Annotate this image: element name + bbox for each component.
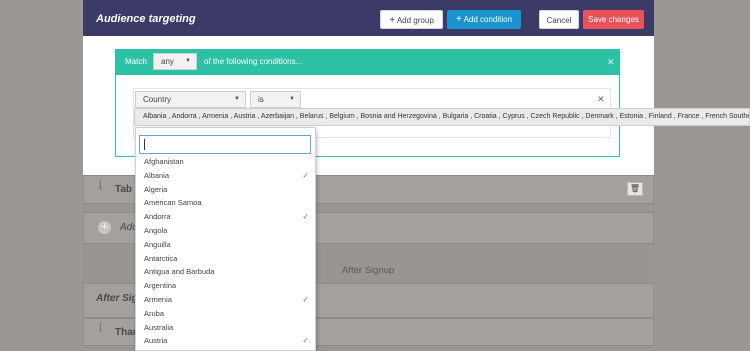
selected-countries-field[interactable]: Albania , Andorra , Armenia , Austria , … xyxy=(134,108,750,126)
dropdown-option[interactable]: Afghanistan xyxy=(135,155,316,169)
drag-handle-icon: ⌊ xyxy=(99,322,103,333)
option-label: Antigua and Barbuda xyxy=(144,267,215,277)
cancel-button[interactable]: Cancel xyxy=(539,10,579,29)
checkmark-icon: ✓ xyxy=(302,170,309,180)
dropdown-option[interactable]: Angola xyxy=(135,224,316,238)
dropdown-option[interactable]: American Samoa xyxy=(135,196,316,210)
option-label: Andorra xyxy=(144,212,171,222)
page-background-right xyxy=(654,0,750,351)
option-label: Anguilla xyxy=(144,239,171,249)
checkmark-icon: ✓ xyxy=(302,212,309,222)
dropdown-option[interactable]: Algeria xyxy=(135,183,316,197)
text-cursor xyxy=(144,139,145,150)
option-label: Austria xyxy=(144,336,168,346)
page-background-left xyxy=(0,0,83,351)
option-label: Afghanistan xyxy=(144,157,184,166)
option-label: Angola xyxy=(144,226,168,235)
option-label: Armenia xyxy=(144,295,172,304)
option-label: Antarctica xyxy=(144,253,178,263)
following-conditions-label: of the following conditions... xyxy=(204,57,303,66)
drag-handle-icon: ⌊ xyxy=(99,180,103,191)
option-label: Australia xyxy=(144,322,174,332)
dropdown-option[interactable]: Aruba xyxy=(135,307,316,321)
option-label: American Samoa xyxy=(144,198,202,208)
add-condition-button[interactable]: + Add condition xyxy=(447,10,521,29)
close-icon[interactable]: ✕ xyxy=(607,57,615,68)
chevron-down-icon: ▼ xyxy=(289,96,295,102)
add-group-button[interactable]: + Add group xyxy=(380,10,443,29)
dropdown-option[interactable]: Australia xyxy=(135,321,316,335)
option-label: Argentina xyxy=(144,281,177,291)
field-select[interactable]: Country ▼ xyxy=(135,91,246,108)
dropdown-option[interactable]: Argentina xyxy=(135,279,316,293)
dropdown-option[interactable]: Armenia ✓ xyxy=(135,293,316,307)
trash-icon[interactable]: 🗑 xyxy=(627,182,643,196)
remove-condition-icon[interactable]: ✕ xyxy=(597,94,605,105)
plus-icon: + xyxy=(455,14,462,25)
checkmark-icon: ✓ xyxy=(302,336,309,346)
plus-icon: + xyxy=(389,15,396,26)
plus-circle-icon[interactable]: + xyxy=(98,221,111,234)
option-label: Albania xyxy=(144,170,170,180)
option-label: Aruba xyxy=(144,308,165,318)
chevron-down-icon: ▼ xyxy=(234,96,240,102)
modal-title: Audience targeting xyxy=(96,13,196,25)
operator-select[interactable]: is ▼ xyxy=(250,91,301,108)
after-signup-heading: After Signup xyxy=(342,265,395,276)
save-changes-button[interactable]: Save changes xyxy=(583,10,644,29)
dropdown-option[interactable]: Anguilla xyxy=(135,238,316,252)
match-label: Match xyxy=(125,57,147,66)
dropdown-option[interactable]: Andorra ✓ xyxy=(135,210,316,224)
dropdown-option[interactable]: Antigua and Barbuda xyxy=(135,265,316,279)
dropdown-option[interactable]: Austria ✓ xyxy=(135,334,316,348)
chevron-down-icon: ▼ xyxy=(185,58,191,64)
checkmark-icon: ✓ xyxy=(302,295,309,304)
country-search-input[interactable] xyxy=(139,135,311,154)
match-select[interactable]: any ▼ xyxy=(153,53,197,70)
option-label: Algeria xyxy=(144,184,168,194)
dropdown-option[interactable]: Albania ✓ xyxy=(135,169,316,183)
dropdown-option[interactable]: Antarctica xyxy=(135,252,316,266)
